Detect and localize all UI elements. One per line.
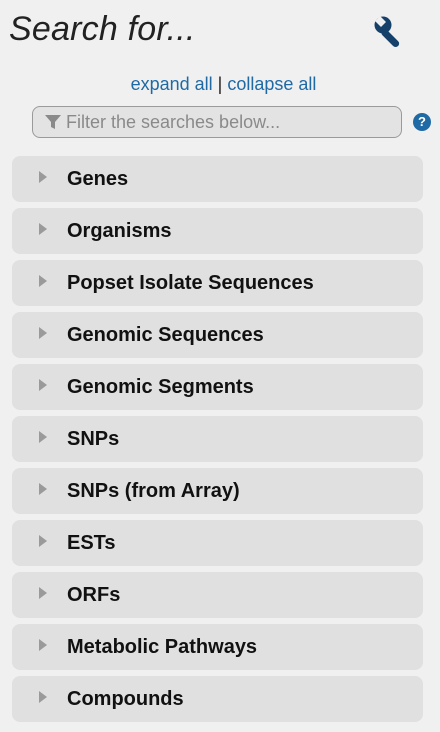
category-label: SNPs bbox=[67, 427, 120, 450]
category-label: Organisms bbox=[67, 219, 172, 242]
category-snps[interactable]: SNPs bbox=[12, 416, 423, 462]
page-title: Search for... bbox=[9, 10, 196, 48]
expand-triangle-icon bbox=[39, 223, 47, 235]
filter-input[interactable] bbox=[66, 108, 401, 136]
collapse-all-link[interactable]: collapse all bbox=[227, 74, 316, 94]
category-label: ORFs bbox=[67, 583, 121, 606]
expand-triangle-icon bbox=[39, 327, 47, 339]
expand-triangle-icon bbox=[39, 535, 47, 547]
expand-collapse-links: expand all | collapse all bbox=[0, 74, 440, 95]
category-genomic-sequences[interactable]: Genomic Sequences bbox=[12, 312, 423, 358]
expand-all-link[interactable]: expand all bbox=[131, 74, 213, 94]
expand-triangle-icon bbox=[39, 379, 47, 391]
category-organisms[interactable]: Organisms bbox=[12, 208, 423, 254]
link-separator: | bbox=[217, 74, 223, 94]
wrench-icon[interactable] bbox=[372, 14, 408, 50]
expand-triangle-icon bbox=[39, 691, 47, 703]
category-snps-from-array[interactable]: SNPs (from Array) bbox=[12, 468, 423, 514]
expand-triangle-icon bbox=[39, 431, 47, 443]
category-label: ESTs bbox=[67, 531, 116, 554]
filter-icon bbox=[45, 115, 61, 129]
help-icon[interactable]: ? bbox=[413, 113, 431, 131]
category-label: Genomic Sequences bbox=[67, 323, 264, 346]
category-label: SNPs (from Array) bbox=[67, 479, 240, 502]
category-label: Genes bbox=[67, 167, 129, 190]
category-label: Genomic Segments bbox=[67, 375, 254, 398]
category-genes[interactable]: Genes bbox=[12, 156, 423, 202]
category-compounds[interactable]: Compounds bbox=[12, 676, 423, 722]
expand-triangle-icon bbox=[39, 639, 47, 651]
category-orfs[interactable]: ORFs bbox=[12, 572, 423, 618]
category-ests[interactable]: ESTs bbox=[12, 520, 423, 566]
search-category-list: Genes Organisms Popset Isolate Sequences… bbox=[12, 156, 423, 728]
expand-triangle-icon bbox=[39, 483, 47, 495]
header: Search for... bbox=[0, 0, 440, 64]
category-label: Metabolic Pathways bbox=[67, 635, 258, 658]
category-popset-isolate-sequences[interactable]: Popset Isolate Sequences bbox=[12, 260, 423, 306]
expand-triangle-icon bbox=[39, 587, 47, 599]
category-metabolic-pathways[interactable]: Metabolic Pathways bbox=[12, 624, 423, 670]
filter-box bbox=[32, 106, 402, 138]
category-genomic-segments[interactable]: Genomic Segments bbox=[12, 364, 423, 410]
expand-triangle-icon bbox=[39, 171, 47, 183]
category-label: Compounds bbox=[67, 687, 184, 710]
category-label: Popset Isolate Sequences bbox=[67, 271, 314, 294]
expand-triangle-icon bbox=[39, 275, 47, 287]
